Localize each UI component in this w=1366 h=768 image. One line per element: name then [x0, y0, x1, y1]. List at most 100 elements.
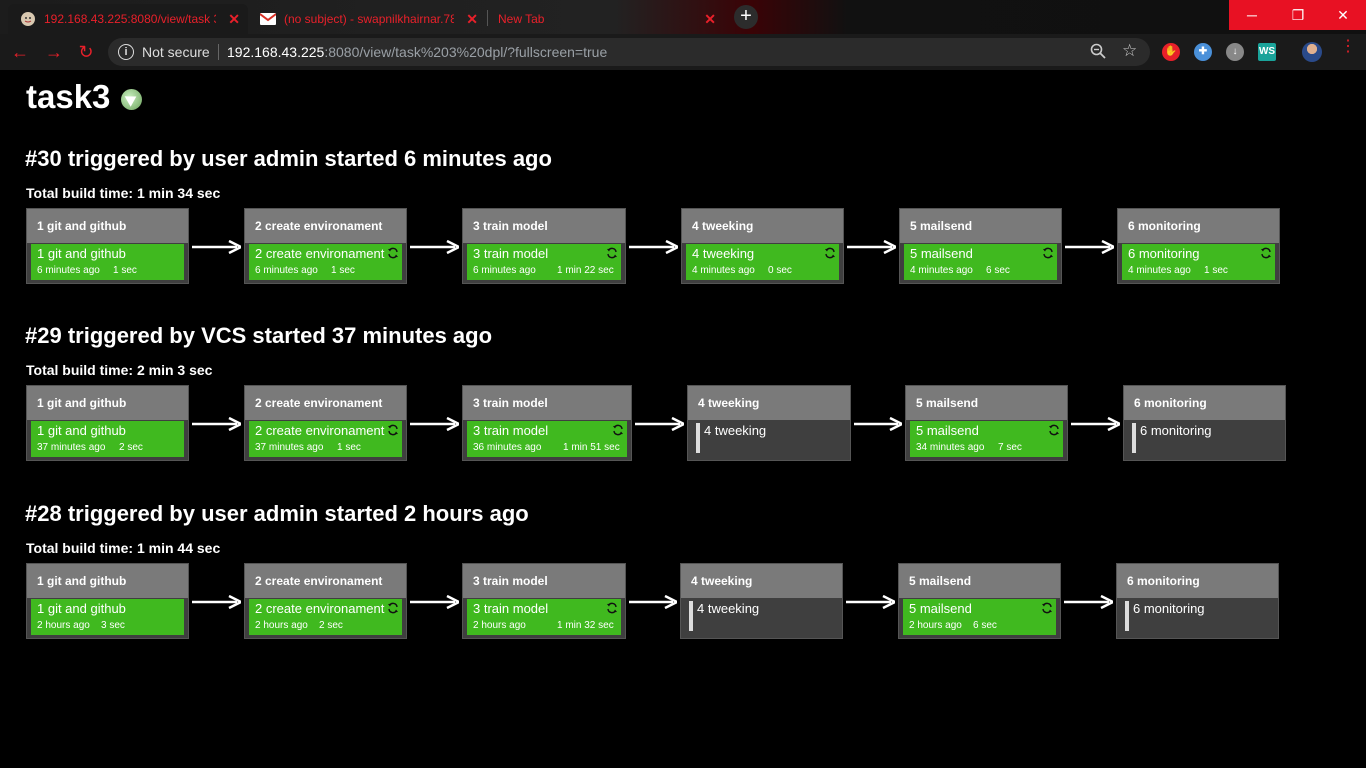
pipeline-stage[interactable]: 6 monitoring 6 monitoring — [1116, 563, 1279, 639]
pipeline-stage[interactable]: 2 create environament 2 create environame… — [244, 563, 407, 639]
profile-avatar[interactable] — [1302, 42, 1322, 62]
pipeline-stage[interactable]: 2 create environament 2 create environame… — [244, 208, 407, 284]
run-header[interactable]: #29 triggered by VCS started 37 minutes … — [25, 323, 492, 349]
bookmark-star-icon[interactable]: ☆ — [1122, 41, 1137, 61]
refresh-icon[interactable] — [606, 602, 618, 614]
stage-duration: 6 sec — [973, 620, 997, 631]
refresh-icon[interactable] — [612, 424, 624, 436]
new-tab-button[interactable]: + — [734, 5, 758, 29]
stage-time-ago: 4 minutes ago — [1128, 265, 1191, 276]
pipeline-stage[interactable]: 4 tweeking 4 tweeking — [680, 563, 843, 639]
stage-result[interactable]: 1 git and github 37 minutes ago 2 sec — [31, 421, 184, 457]
stage-result[interactable]: 4 tweeking — [685, 599, 838, 635]
stage-result[interactable]: 2 create environament 2 hours ago 2 sec — [249, 599, 402, 635]
stage-result[interactable]: 6 monitoring — [1121, 599, 1274, 635]
stage-result[interactable]: 5 mailsend 2 hours ago 6 sec — [903, 599, 1056, 635]
pipeline-stage[interactable]: 4 tweeking 4 tweeking — [687, 385, 851, 461]
refresh-icon[interactable] — [387, 424, 399, 436]
url-divider — [218, 44, 219, 60]
tab-jenkins[interactable]: 192.168.43.225:8080/view/task 3 ✕ — [8, 4, 248, 34]
stage-result[interactable]: 6 monitoring 4 minutes ago 1 sec — [1122, 244, 1275, 280]
stage-connector-arrow-icon — [1064, 595, 1113, 609]
tab-title: (no subject) - swapnilkhairnar.78 — [284, 12, 454, 26]
jenkins-favicon-icon — [20, 11, 36, 27]
close-tab-icon[interactable]: ✕ — [228, 11, 240, 28]
zoom-icon[interactable] — [1090, 43, 1106, 63]
refresh-icon[interactable] — [387, 247, 399, 259]
stage-result[interactable]: 1 git and github 2 hours ago 3 sec — [31, 599, 184, 635]
pipeline-stage[interactable]: 4 tweeking 4 tweeking 4 minutes ago 0 sec — [681, 208, 844, 284]
stage-header: 4 tweeking — [681, 564, 842, 598]
stage-header: 6 monitoring — [1118, 209, 1279, 243]
stage-header: 5 mailsend — [906, 386, 1067, 420]
stage-duration: 6 sec — [986, 265, 1010, 276]
pipeline-stage[interactable]: 6 monitoring 6 monitoring — [1123, 385, 1286, 461]
stage-result[interactable]: 3 train model 6 minutes ago 1 min 22 sec — [467, 244, 621, 280]
back-arrow-icon[interactable]: ← — [10, 42, 30, 62]
stage-header: 5 mailsend — [899, 564, 1060, 598]
forward-arrow-icon[interactable]: → — [44, 42, 64, 62]
pipeline-stage[interactable]: 1 git and github 1 git and github 37 minut… — [26, 385, 189, 461]
pipeline-stage[interactable]: 3 train model 3 train model 36 minutes ago… — [462, 385, 632, 461]
close-tab-icon[interactable]: ✕ — [466, 11, 478, 28]
pipeline-stage[interactable]: 6 monitoring 6 monitoring 4 minutes ago 1 s… — [1117, 208, 1280, 284]
page-title: task3 — [26, 78, 111, 115]
pipeline-stage[interactable]: 5 mailsend 5 mailsend 34 minutes ago 7 sec — [905, 385, 1068, 461]
pipeline-stage[interactable]: 1 git and github 1 git and github 2 hours … — [26, 563, 189, 639]
stage-time-ago: 37 minutes ago — [37, 442, 106, 453]
stage-name: 5 mailsend — [909, 601, 972, 616]
stage-result[interactable]: 1 git and github 6 minutes ago 1 sec — [31, 244, 184, 280]
refresh-icon[interactable] — [1260, 247, 1272, 259]
stage-result[interactable]: 3 train model 2 hours ago 1 min 32 sec — [467, 599, 621, 635]
pipeline-stage[interactable]: 5 mailsend 5 mailsend 2 hours ago 6 sec — [898, 563, 1061, 639]
stage-time-ago: 4 minutes ago — [910, 265, 973, 276]
pipeline-stage[interactable]: 1 git and github 1 git and github 6 minute… — [26, 208, 189, 284]
address-bar[interactable]: i Not secure 192.168.43.225:8080/view/ta… — [108, 38, 1150, 66]
pipeline-stage[interactable]: 3 train model 3 train model 2 hours ago 1 m… — [462, 563, 626, 639]
tab-new-tab[interactable]: New Tab ✕ — [488, 4, 724, 34]
refresh-icon[interactable] — [606, 247, 618, 259]
stage-result[interactable]: 3 train model 36 minutes ago 1 min 51 sec — [467, 421, 627, 457]
stage-header: 1 git and github — [27, 564, 188, 598]
restore-button[interactable]: ❐ — [1275, 0, 1321, 30]
stage-connector-arrow-icon — [192, 595, 241, 609]
tab-strip: 192.168.43.225:8080/view/task 3 ✕ (no su… — [0, 0, 1366, 34]
stage-connector-arrow-icon — [410, 417, 459, 431]
info-icon[interactable]: i — [118, 44, 134, 60]
menu-kebab-icon[interactable]: ⋮ — [1340, 39, 1356, 55]
minimize-button[interactable]: ─ — [1229, 0, 1275, 30]
run-header[interactable]: #30 triggered by user admin started 6 mi… — [25, 146, 552, 172]
stage-connector-arrow-icon — [192, 240, 241, 254]
close-tab-icon[interactable]: ✕ — [704, 11, 716, 28]
stage-result[interactable]: 6 monitoring — [1128, 421, 1281, 457]
stage-result[interactable]: 2 create environament 6 minutes ago 1 sec — [249, 244, 402, 280]
pipeline-stage[interactable]: 5 mailsend 5 mailsend 4 minutes ago 6 sec — [899, 208, 1062, 284]
hand-stop-icon[interactable]: ✋ — [1162, 43, 1180, 61]
pipeline-stage[interactable]: 3 train model 3 train model 6 minutes ago 1… — [462, 208, 626, 284]
url-text[interactable]: 192.168.43.225:8080/view/task%203%20dpl/… — [227, 44, 607, 60]
stage-result[interactable]: 5 mailsend 4 minutes ago 6 sec — [904, 244, 1057, 280]
tab-gmail[interactable]: (no subject) - swapnilkhairnar.78 ✕ — [250, 4, 486, 34]
refresh-icon[interactable] — [1042, 247, 1054, 259]
pipeline-stage[interactable]: 2 create environament 2 create environame… — [244, 385, 407, 461]
stage-name: 2 create environament — [255, 423, 385, 438]
close-window-button[interactable]: ✕ — [1320, 0, 1366, 30]
stage-connector-arrow-icon — [846, 595, 895, 609]
reload-icon[interactable]: ↻ — [76, 42, 96, 62]
run-header[interactable]: #28 triggered by user admin started 2 ho… — [25, 501, 529, 527]
shield-extension-icon[interactable]: ✚ — [1194, 43, 1212, 61]
refresh-icon[interactable] — [1048, 424, 1060, 436]
refresh-icon[interactable] — [824, 247, 836, 259]
stage-name: 5 mailsend — [916, 423, 979, 438]
browser-toolbar: ← → ↻ i Not secure 192.168.43.225:8080/v… — [0, 34, 1366, 70]
refresh-icon[interactable] — [1041, 602, 1053, 614]
stage-result[interactable]: 5 mailsend 34 minutes ago 7 sec — [910, 421, 1063, 457]
stage-result[interactable]: 4 tweeking — [692, 421, 846, 457]
pipeline-view-icon[interactable] — [121, 89, 142, 110]
stage-result[interactable]: 4 tweeking 4 minutes ago 0 sec — [686, 244, 839, 280]
stage-result[interactable]: 2 create environament 37 minutes ago 1 sec — [249, 421, 402, 457]
ws-extension-icon[interactable]: WS — [1258, 43, 1276, 61]
download-extension-icon[interactable]: ↓ — [1226, 43, 1244, 61]
refresh-icon[interactable] — [387, 602, 399, 614]
stage-name: 2 create environament — [255, 246, 385, 261]
